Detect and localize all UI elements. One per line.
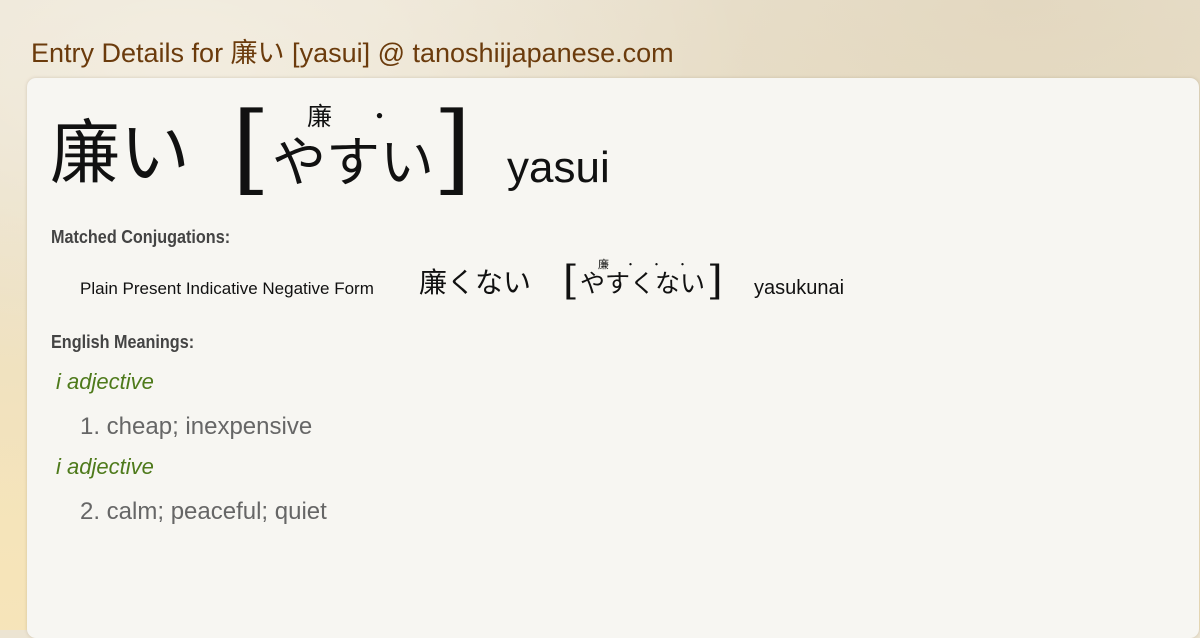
furigana-kanji: 廉 [307,102,333,131]
romaji: yasui [507,143,610,192]
conjugation-bracket-open: [ [563,258,579,304]
furigana-dot: ・ [367,102,393,131]
reading-bracket-open: [ [232,92,271,206]
conjugation-word: 廉くない [419,266,532,299]
conjugation-reading: やすくない [580,269,706,298]
part-of-speech: i adjective [56,454,154,479]
page-title: Entry Details for 廉い [yasui] @ tanoshiij… [31,38,674,68]
conjugation-romaji: yasukunai [754,277,845,299]
conjugation-form: Plain Present Indicative Negative Form [80,279,374,298]
reading-bracket-close: ] [433,92,472,206]
reading: やすい [272,131,434,194]
meaning-item: 1. cheap; inexpensive [80,413,313,440]
headword: 廉い [50,112,190,194]
meaning-item: 2. calm; peaceful; quiet [80,498,327,525]
part-of-speech: i adjective [56,369,154,394]
conjugation-bracket-close: ] [707,258,723,304]
conjugations-heading: Matched Conjugations: [51,227,231,247]
meanings-heading: English Meanings: [51,332,195,352]
entry-card: 廉い [ 廉 ・ やすい ] yasui Matched Conjugation… [27,78,1199,638]
